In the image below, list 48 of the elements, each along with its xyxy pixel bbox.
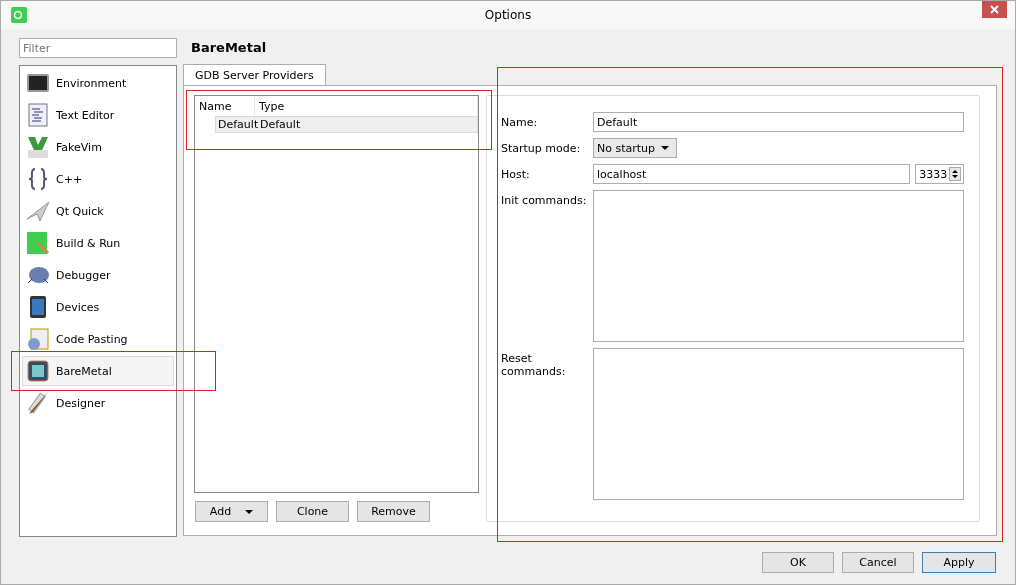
chip-icon [26, 359, 50, 383]
dialog-button[interactable]: OK [762, 551, 834, 573]
name-field[interactable]: Default [593, 112, 964, 132]
list-button[interactable]: Remove [357, 501, 430, 522]
category-item[interactable]: Environment [22, 68, 174, 98]
tree-row[interactable]: Default Default [215, 116, 478, 133]
field-label: Startup mode: [501, 141, 582, 157]
page-title: BareMetal [190, 39, 268, 57]
close-icon [990, 5, 999, 14]
clipboard-globe-icon [26, 327, 50, 351]
host-field[interactable]: localhost [593, 164, 911, 184]
category-item[interactable]: FakeVim [22, 132, 174, 162]
list-button[interactable]: Clone [276, 501, 349, 522]
init-commands-field[interactable] [593, 190, 964, 342]
startup-mode-dropdown[interactable]: No startup [593, 138, 677, 158]
category-item[interactable]: Build & Run [22, 228, 174, 258]
dialog-button[interactable]: Apply [922, 551, 996, 573]
caret-icon [661, 146, 670, 150]
caret-icon [245, 509, 254, 514]
category-item[interactable]: Qt Quick [22, 196, 174, 226]
braces-icon [26, 167, 50, 191]
port-spinbox[interactable]: 3333 [915, 164, 964, 184]
reset-commands-field[interactable] [593, 348, 964, 500]
category-item[interactable]: Code Pasting [22, 324, 174, 354]
list-button[interactable]: Add [195, 501, 268, 522]
field-label: Name: [501, 115, 539, 131]
category-item[interactable]: BareMetal [22, 356, 174, 386]
qt-hammer-icon [26, 231, 50, 255]
column-header[interactable]: Type [255, 96, 478, 116]
field-label: Reset commands: [501, 351, 567, 380]
category-item[interactable]: Debugger [22, 260, 174, 290]
window-title: Options [484, 8, 532, 22]
monitor-icon [26, 71, 50, 95]
qt-logo-icon [11, 7, 27, 23]
field-label: Host: [501, 167, 531, 183]
filter-field[interactable]: Filter [19, 38, 177, 58]
spin-arrows-icon[interactable] [949, 167, 961, 181]
dialog-button[interactable]: Cancel [842, 551, 914, 573]
category-item[interactable]: Text Editor [22, 100, 174, 130]
paper-plane-icon [26, 199, 50, 223]
tab[interactable]: GDB Server Providers [183, 64, 326, 86]
category-item[interactable]: C++ [22, 164, 174, 194]
vim-logo-icon [26, 135, 50, 159]
close-button[interactable] [982, 1, 1007, 18]
category-item[interactable]: Devices [22, 292, 174, 322]
document-icon [26, 103, 50, 127]
category-item[interactable]: Designer [22, 388, 174, 418]
field-label: Init commands: [501, 193, 588, 209]
